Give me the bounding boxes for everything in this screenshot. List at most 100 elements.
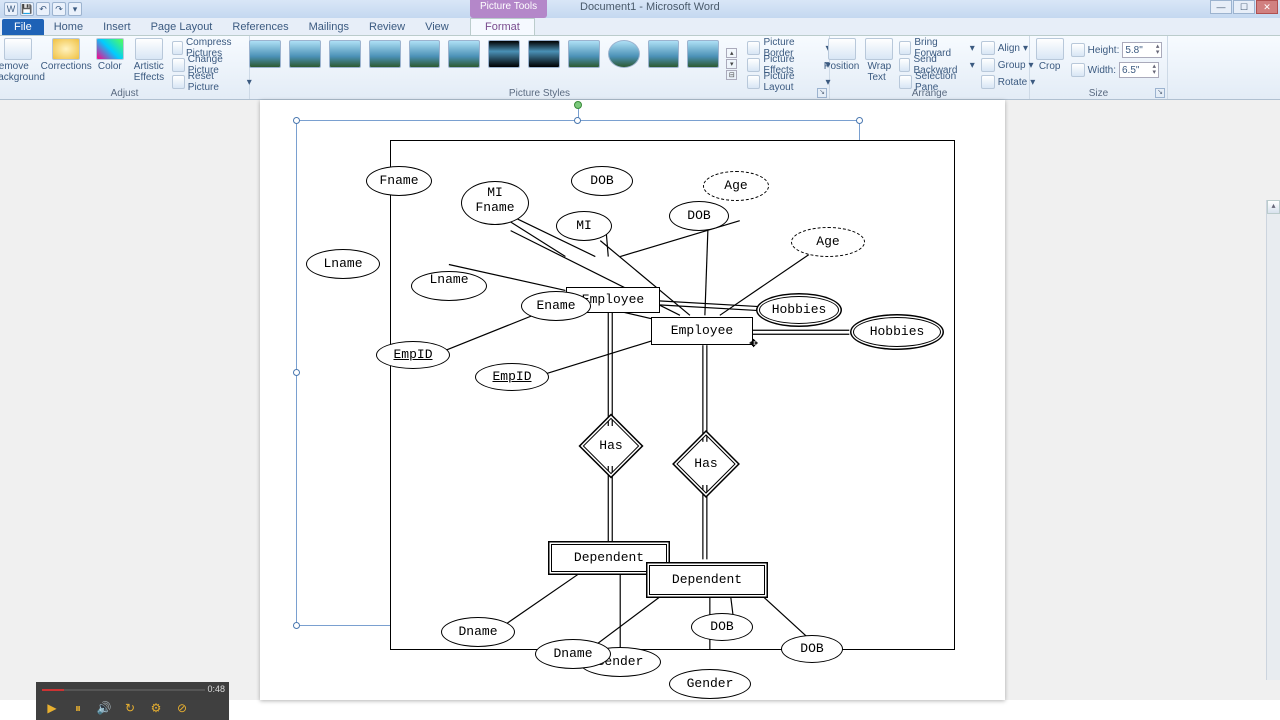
er-attr-age-ghost: Age bbox=[704, 172, 768, 200]
document-area: Fname MIFname DOB Age Lname Lname Hobbie… bbox=[0, 100, 1280, 700]
align-button[interactable]: Align▾ bbox=[981, 40, 1036, 56]
er-attr-empid-ghost: EmpID bbox=[377, 342, 449, 368]
er-attr-mi: MI bbox=[557, 212, 611, 240]
er-attr-ename: Ename bbox=[522, 292, 590, 320]
styles-more[interactable]: ⊟ bbox=[726, 70, 737, 80]
er-attr-dob-ghost: DOB bbox=[572, 167, 632, 195]
er-diagram: Fname MIFname DOB Age Lname Lname Hobbie… bbox=[390, 140, 955, 650]
er-attr-ename-lname-ghost: Lname bbox=[411, 271, 487, 301]
height-field[interactable]: Height:5.8"▴▾ bbox=[1071, 42, 1163, 58]
er-attr-dname-ghost: Dname bbox=[442, 618, 514, 646]
artistic-effects-button[interactable]: Artistic Effects bbox=[132, 38, 165, 90]
er-attr-lname-ghost: Lname bbox=[307, 250, 379, 278]
resize-handle[interactable] bbox=[293, 369, 300, 376]
er-attr-age: Age bbox=[792, 228, 864, 256]
er-attr-dep-dob: DOB bbox=[782, 636, 842, 662]
resize-handle[interactable] bbox=[574, 117, 581, 124]
video-progress-track[interactable]: 0:48 bbox=[36, 682, 229, 698]
er-entity-dependent: Dependent bbox=[650, 566, 764, 594]
loop-button[interactable]: ↻ bbox=[122, 700, 138, 716]
close-button[interactable]: ✕ bbox=[1256, 0, 1278, 14]
group-arrange: Position Wrap Text Bring Forward▾ Send B… bbox=[830, 36, 1030, 99]
tab-references[interactable]: References bbox=[222, 19, 298, 35]
er-attr-gender: Gender bbox=[670, 670, 750, 698]
rotation-handle[interactable] bbox=[574, 101, 582, 109]
er-attr-fname-ghost: Fname bbox=[367, 167, 431, 195]
tab-view[interactable]: View bbox=[415, 19, 459, 35]
tab-review[interactable]: Review bbox=[359, 19, 415, 35]
qat-more-icon[interactable]: ▾ bbox=[68, 2, 82, 16]
tab-mailings[interactable]: Mailings bbox=[299, 19, 359, 35]
picture-style-preset[interactable] bbox=[687, 40, 719, 68]
picture-style-preset[interactable] bbox=[369, 40, 401, 68]
size-dialog-launcher[interactable]: ↘ bbox=[1155, 88, 1165, 98]
group-button[interactable]: Group▾ bbox=[981, 57, 1036, 73]
volume-button[interactable]: 🔊 bbox=[96, 700, 112, 716]
maximize-button[interactable]: ☐ bbox=[1233, 0, 1255, 14]
er-attr-dname: Dname bbox=[536, 640, 610, 668]
group-label-arrange: Arrange bbox=[830, 88, 1029, 99]
er-rel-has-ghost: Has bbox=[591, 426, 631, 466]
minimize-button[interactable]: — bbox=[1210, 0, 1232, 14]
picture-style-preset[interactable] bbox=[568, 40, 600, 68]
resize-handle[interactable] bbox=[293, 622, 300, 629]
er-attr-hobbies: Hobbies bbox=[854, 318, 940, 346]
styles-scroll-up[interactable]: ▴ bbox=[726, 48, 737, 58]
save-icon[interactable]: 💾 bbox=[20, 2, 34, 16]
contextual-tab-label: Picture Tools bbox=[470, 0, 547, 18]
ribbon: Remove Background Corrections Color Arti… bbox=[0, 36, 1280, 100]
quick-access-toolbar: W 💾 ↶ ↷ ▾ bbox=[0, 2, 82, 16]
group-label-size: Size bbox=[1030, 88, 1167, 99]
redo-icon[interactable]: ↷ bbox=[52, 2, 66, 16]
window-title: Document1 - Microsoft Word bbox=[580, 1, 720, 13]
group-adjust: Remove Background Corrections Color Arti… bbox=[0, 36, 250, 99]
position-button[interactable]: Position bbox=[824, 38, 860, 90]
tab-home[interactable]: Home bbox=[44, 19, 93, 35]
settings-button[interactable]: ⚙ bbox=[148, 700, 164, 716]
titlebar: W 💾 ↶ ↷ ▾ Picture Tools Document1 - Micr… bbox=[0, 0, 1280, 18]
group-label-adjust: Adjust bbox=[0, 88, 249, 99]
scroll-up-button[interactable]: ▴ bbox=[1267, 200, 1280, 214]
width-field[interactable]: Width:6.5"▴▾ bbox=[1071, 62, 1163, 78]
resize-handle[interactable] bbox=[856, 117, 863, 124]
er-rel-has: Has bbox=[685, 443, 727, 485]
corrections-button[interactable]: Corrections bbox=[45, 38, 87, 90]
er-attr-empid: EmpID bbox=[476, 364, 548, 390]
play-button[interactable]: ▶ bbox=[44, 700, 60, 716]
ribbon-tabs: File Home Insert Page Layout References … bbox=[0, 18, 1280, 36]
picture-style-preset[interactable] bbox=[329, 40, 361, 68]
picture-style-preset[interactable] bbox=[249, 40, 281, 68]
video-player-overlay: 0:48 ▶ ⏸ 🔊 ↻ ⚙ ⊘ bbox=[36, 682, 229, 720]
width-icon bbox=[1071, 63, 1085, 77]
picture-style-preset[interactable] bbox=[488, 40, 520, 68]
word-icon: W bbox=[4, 2, 18, 16]
move-cursor-icon: ✥ bbox=[749, 337, 758, 350]
close-player-button[interactable]: ⊘ bbox=[174, 700, 190, 716]
crop-button[interactable]: Crop bbox=[1035, 38, 1065, 78]
color-button[interactable]: Color bbox=[93, 38, 126, 90]
remove-background-button[interactable]: Remove Background bbox=[0, 38, 39, 90]
picture-style-preset[interactable] bbox=[528, 40, 560, 68]
er-attr-dep-dob-ghost: DOB bbox=[692, 614, 752, 640]
tab-insert[interactable]: Insert bbox=[93, 19, 141, 35]
wrap-text-button[interactable]: Wrap Text bbox=[865, 38, 893, 90]
group-size: Crop Height:5.8"▴▾ Width:6.5"▴▾ Size ↘ bbox=[1030, 36, 1168, 99]
styles-scroll-down[interactable]: ▾ bbox=[726, 59, 737, 69]
vertical-scrollbar[interactable]: ▴ bbox=[1266, 200, 1280, 680]
picture-style-preset[interactable] bbox=[608, 40, 640, 68]
video-time: 0:48 bbox=[207, 684, 225, 694]
resize-handle[interactable] bbox=[293, 117, 300, 124]
picture-style-preset[interactable] bbox=[409, 40, 441, 68]
er-attr-dob: DOB bbox=[670, 202, 728, 230]
tab-format[interactable]: Format bbox=[470, 18, 535, 35]
er-entity-employee: Employee bbox=[652, 318, 752, 344]
picture-style-preset[interactable] bbox=[289, 40, 321, 68]
group-label-styles: Picture Styles bbox=[250, 88, 829, 99]
pause-button[interactable]: ⏸ bbox=[70, 700, 86, 716]
window-buttons: — ☐ ✕ bbox=[1209, 0, 1278, 14]
picture-style-preset[interactable] bbox=[648, 40, 680, 68]
undo-icon[interactable]: ↶ bbox=[36, 2, 50, 16]
tab-page-layout[interactable]: Page Layout bbox=[141, 19, 223, 35]
picture-style-preset[interactable] bbox=[448, 40, 480, 68]
tab-file[interactable]: File bbox=[2, 19, 44, 35]
